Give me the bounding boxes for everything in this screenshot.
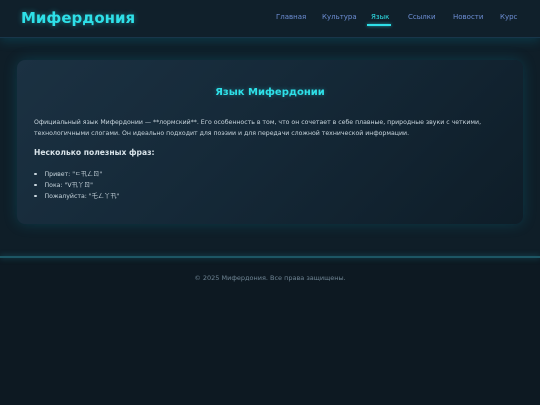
page-title: Язык Мифердонии [215, 87, 325, 98]
nav-active-underline [367, 24, 391, 26]
list-item: Пока: "V卂丫ㄖ" [34, 180, 93, 189]
nav-item-news[interactable]: Новости [453, 13, 483, 21]
phrases-heading: Несколько полезных фраз: [34, 148, 155, 157]
bullet-icon [34, 183, 37, 187]
site-logo[interactable]: Мифердония [21, 9, 135, 27]
footer-copyright: © 2025 Мифердония. Все права защищены. [194, 274, 346, 282]
list-item: Привет: "ㄷ卂ㄥㄖ" [34, 169, 102, 178]
nav-item-culture[interactable]: Культура [322, 13, 357, 21]
phrase-value: "乇ㄥ丫卂" [88, 193, 120, 200]
bullet-icon [34, 194, 37, 198]
nav-item-links[interactable]: Ссылки [408, 13, 436, 21]
footer-divider [0, 256, 540, 258]
phrase-label: Пока: [44, 182, 63, 189]
phrase-label: Привет: [44, 171, 71, 178]
phrase-label: Пожалуйста: [44, 193, 87, 200]
bullet-icon [34, 172, 37, 176]
nav-item-language[interactable]: Язык [371, 13, 389, 21]
list-item: Пожалуйста: "乇ㄥ丫卂" [34, 191, 119, 200]
intro-paragraph: Официальный язык Мифердонии — **лормский… [34, 119, 482, 137]
nav-item-course[interactable]: Курс [500, 13, 517, 21]
phrase-value: "V卂丫ㄖ" [64, 182, 94, 189]
phrase-value: "ㄷ卂ㄥㄖ" [72, 171, 103, 178]
site-header: Мифердония Главная Культура Язык Ссылки … [0, 0, 540, 38]
nav-item-home[interactable]: Главная [276, 13, 306, 21]
